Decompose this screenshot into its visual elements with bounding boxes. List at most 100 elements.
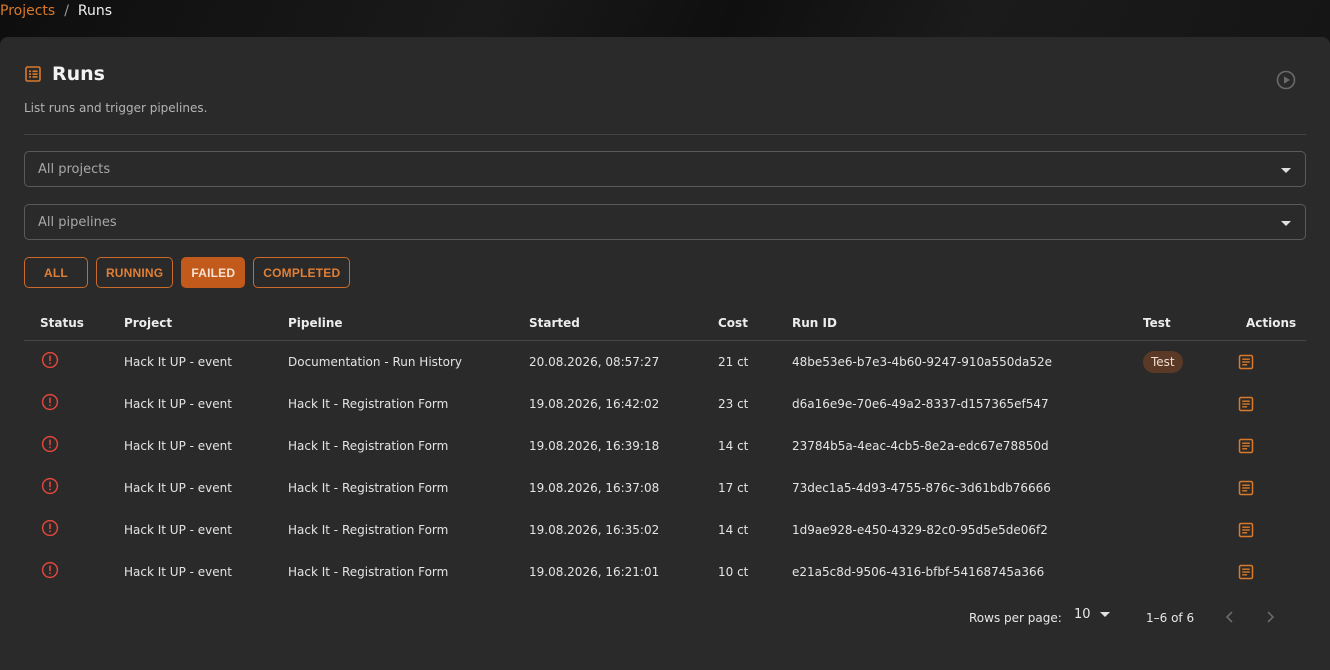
error-circle-icon xyxy=(41,519,59,537)
table-row[interactable]: Hack It UP - event Hack It - Registratio… xyxy=(24,551,1306,593)
next-page-button[interactable] xyxy=(1260,607,1280,627)
table-row[interactable]: Hack It UP - event Documentation - Run H… xyxy=(24,341,1306,383)
pipeline-cell: Hack It - Registration Form xyxy=(288,397,449,411)
cost-cell: 14 ct xyxy=(718,523,749,537)
test-badge: Test xyxy=(1143,351,1183,373)
pipeline-cell: Documentation - Run History xyxy=(288,355,462,369)
document-icon xyxy=(1237,563,1255,581)
view-run-button[interactable] xyxy=(1237,563,1255,581)
project-cell: Hack It UP - event xyxy=(124,481,232,495)
run-id-cell: 1d9ae928-e450-4329-82c0-95d5e5de06f2 xyxy=(792,523,1048,537)
table-body: Hack It UP - event Documentation - Run H… xyxy=(24,341,1306,593)
list-icon xyxy=(24,65,42,83)
column-header-actions: Actions xyxy=(1246,315,1297,330)
trigger-pipeline-button[interactable] xyxy=(1276,70,1296,90)
breadcrumb-projects-link[interactable]: Projects xyxy=(0,3,55,19)
caret-down-icon xyxy=(1281,168,1291,173)
status-cell xyxy=(41,393,59,411)
project-cell: Hack It UP - event xyxy=(124,397,232,411)
filter-failed-button[interactable]: FAILED xyxy=(181,257,246,288)
view-run-button[interactable] xyxy=(1237,353,1255,371)
project-cell: Hack It UP - event xyxy=(124,565,232,579)
started-cell: 19.08.2026, 16:37:08 xyxy=(529,481,660,495)
project-select[interactable]: All projects xyxy=(24,151,1306,187)
pagination-range: 1–6 of 6 xyxy=(1146,611,1195,625)
column-header-test: Test xyxy=(1143,315,1171,330)
view-run-button[interactable] xyxy=(1237,521,1255,539)
run-id-cell: 48be53e6-b7e3-4b60-9247-910a550da52e xyxy=(792,355,1052,369)
rows-per-page-label: Rows per page: xyxy=(969,611,1062,625)
pipeline-cell: Hack It - Registration Form xyxy=(288,565,449,579)
page-header: Runs xyxy=(24,63,105,85)
status-cell xyxy=(41,351,59,369)
project-cell: Hack It UP - event xyxy=(124,523,232,537)
column-header-pipeline: Pipeline xyxy=(288,315,343,330)
column-header-cost: Cost xyxy=(718,315,748,330)
project-select-value: All projects xyxy=(38,161,111,177)
play-circle-icon xyxy=(1276,70,1296,90)
document-icon xyxy=(1237,395,1255,413)
status-cell xyxy=(41,519,59,537)
document-icon xyxy=(1237,521,1255,539)
view-run-button[interactable] xyxy=(1237,479,1255,497)
rows-per-page-select[interactable]: 10 xyxy=(1074,607,1110,622)
view-run-button[interactable] xyxy=(1237,437,1255,455)
caret-down-icon xyxy=(1281,221,1291,226)
rows-per-page-value: 10 xyxy=(1074,607,1091,622)
error-circle-icon xyxy=(41,351,59,369)
table-header: Status Project Pipeline Started Cost Run… xyxy=(24,305,1306,341)
table-row[interactable]: Hack It UP - event Hack It - Registratio… xyxy=(24,425,1306,467)
page-title: Runs xyxy=(52,63,105,85)
run-id-cell: 73dec1a5-4d93-4755-876c-3d61bdb76666 xyxy=(792,481,1051,495)
breadcrumb: Projects / Runs xyxy=(0,2,112,20)
cost-cell: 21 ct xyxy=(718,355,749,369)
breadcrumb-current: Runs xyxy=(77,3,113,19)
run-id-cell: 23784b5a-4eac-4cb5-8e2a-edc67e78850d xyxy=(792,439,1049,453)
error-circle-icon xyxy=(41,393,59,411)
table-row[interactable]: Hack It UP - event Hack It - Registratio… xyxy=(24,467,1306,509)
filter-completed-button[interactable]: COMPLETED xyxy=(253,257,351,288)
started-cell: 19.08.2026, 16:35:02 xyxy=(529,523,660,537)
document-icon xyxy=(1237,353,1255,371)
started-cell: 19.08.2026, 16:42:02 xyxy=(529,397,660,411)
runs-panel: Runs List runs and trigger pipelines. Al… xyxy=(0,37,1330,670)
column-header-status: Status xyxy=(40,315,84,330)
filter-running-button[interactable]: RUNNING xyxy=(95,257,174,288)
run-id-cell: e21a5c8d-9506-4316-bfbf-54168745a366 xyxy=(792,565,1045,579)
document-icon xyxy=(1237,479,1255,497)
column-header-project: Project xyxy=(124,315,173,330)
pagination: Rows per page: 10 1–6 of 6 xyxy=(0,605,1330,629)
started-cell: 19.08.2026, 16:21:01 xyxy=(529,565,660,579)
view-run-button[interactable] xyxy=(1237,395,1255,413)
previous-page-button[interactable] xyxy=(1220,607,1240,627)
breadcrumb-separator: / xyxy=(64,3,69,19)
status-filter-group: ALL RUNNING FAILED COMPLETED xyxy=(24,257,351,288)
started-cell: 20.08.2026, 08:57:27 xyxy=(529,355,660,369)
page-subtitle: List runs and trigger pipelines. xyxy=(24,101,208,115)
caret-down-icon xyxy=(1099,612,1110,617)
chevron-left-icon xyxy=(1225,611,1233,623)
error-circle-icon xyxy=(41,435,59,453)
error-circle-icon xyxy=(41,561,59,579)
runs-table: Status Project Pipeline Started Cost Run… xyxy=(24,305,1306,593)
header-divider xyxy=(24,134,1306,135)
status-cell xyxy=(41,561,59,579)
filter-all-button[interactable]: ALL xyxy=(24,257,88,288)
cost-cell: 10 ct xyxy=(718,565,749,579)
status-cell xyxy=(41,477,59,495)
project-cell: Hack It UP - event xyxy=(124,439,232,453)
table-row[interactable]: Hack It UP - event Hack It - Registratio… xyxy=(24,509,1306,551)
run-id-cell: d6a16e9e-70e6-49a2-8337-d157365ef547 xyxy=(792,397,1049,411)
project-cell: Hack It UP - event xyxy=(124,355,232,369)
column-header-run-id: Run ID xyxy=(792,315,837,330)
table-row[interactable]: Hack It UP - event Hack It - Registratio… xyxy=(24,383,1306,425)
pipeline-select[interactable]: All pipelines xyxy=(24,204,1306,240)
chevron-right-icon xyxy=(1267,611,1275,623)
cost-cell: 23 ct xyxy=(718,397,749,411)
started-cell: 19.08.2026, 16:39:18 xyxy=(529,439,660,453)
document-icon xyxy=(1237,437,1255,455)
column-header-started: Started xyxy=(529,315,580,330)
pipeline-cell: Hack It - Registration Form xyxy=(288,439,449,453)
cost-cell: 14 ct xyxy=(718,439,749,453)
pipeline-cell: Hack It - Registration Form xyxy=(288,481,449,495)
